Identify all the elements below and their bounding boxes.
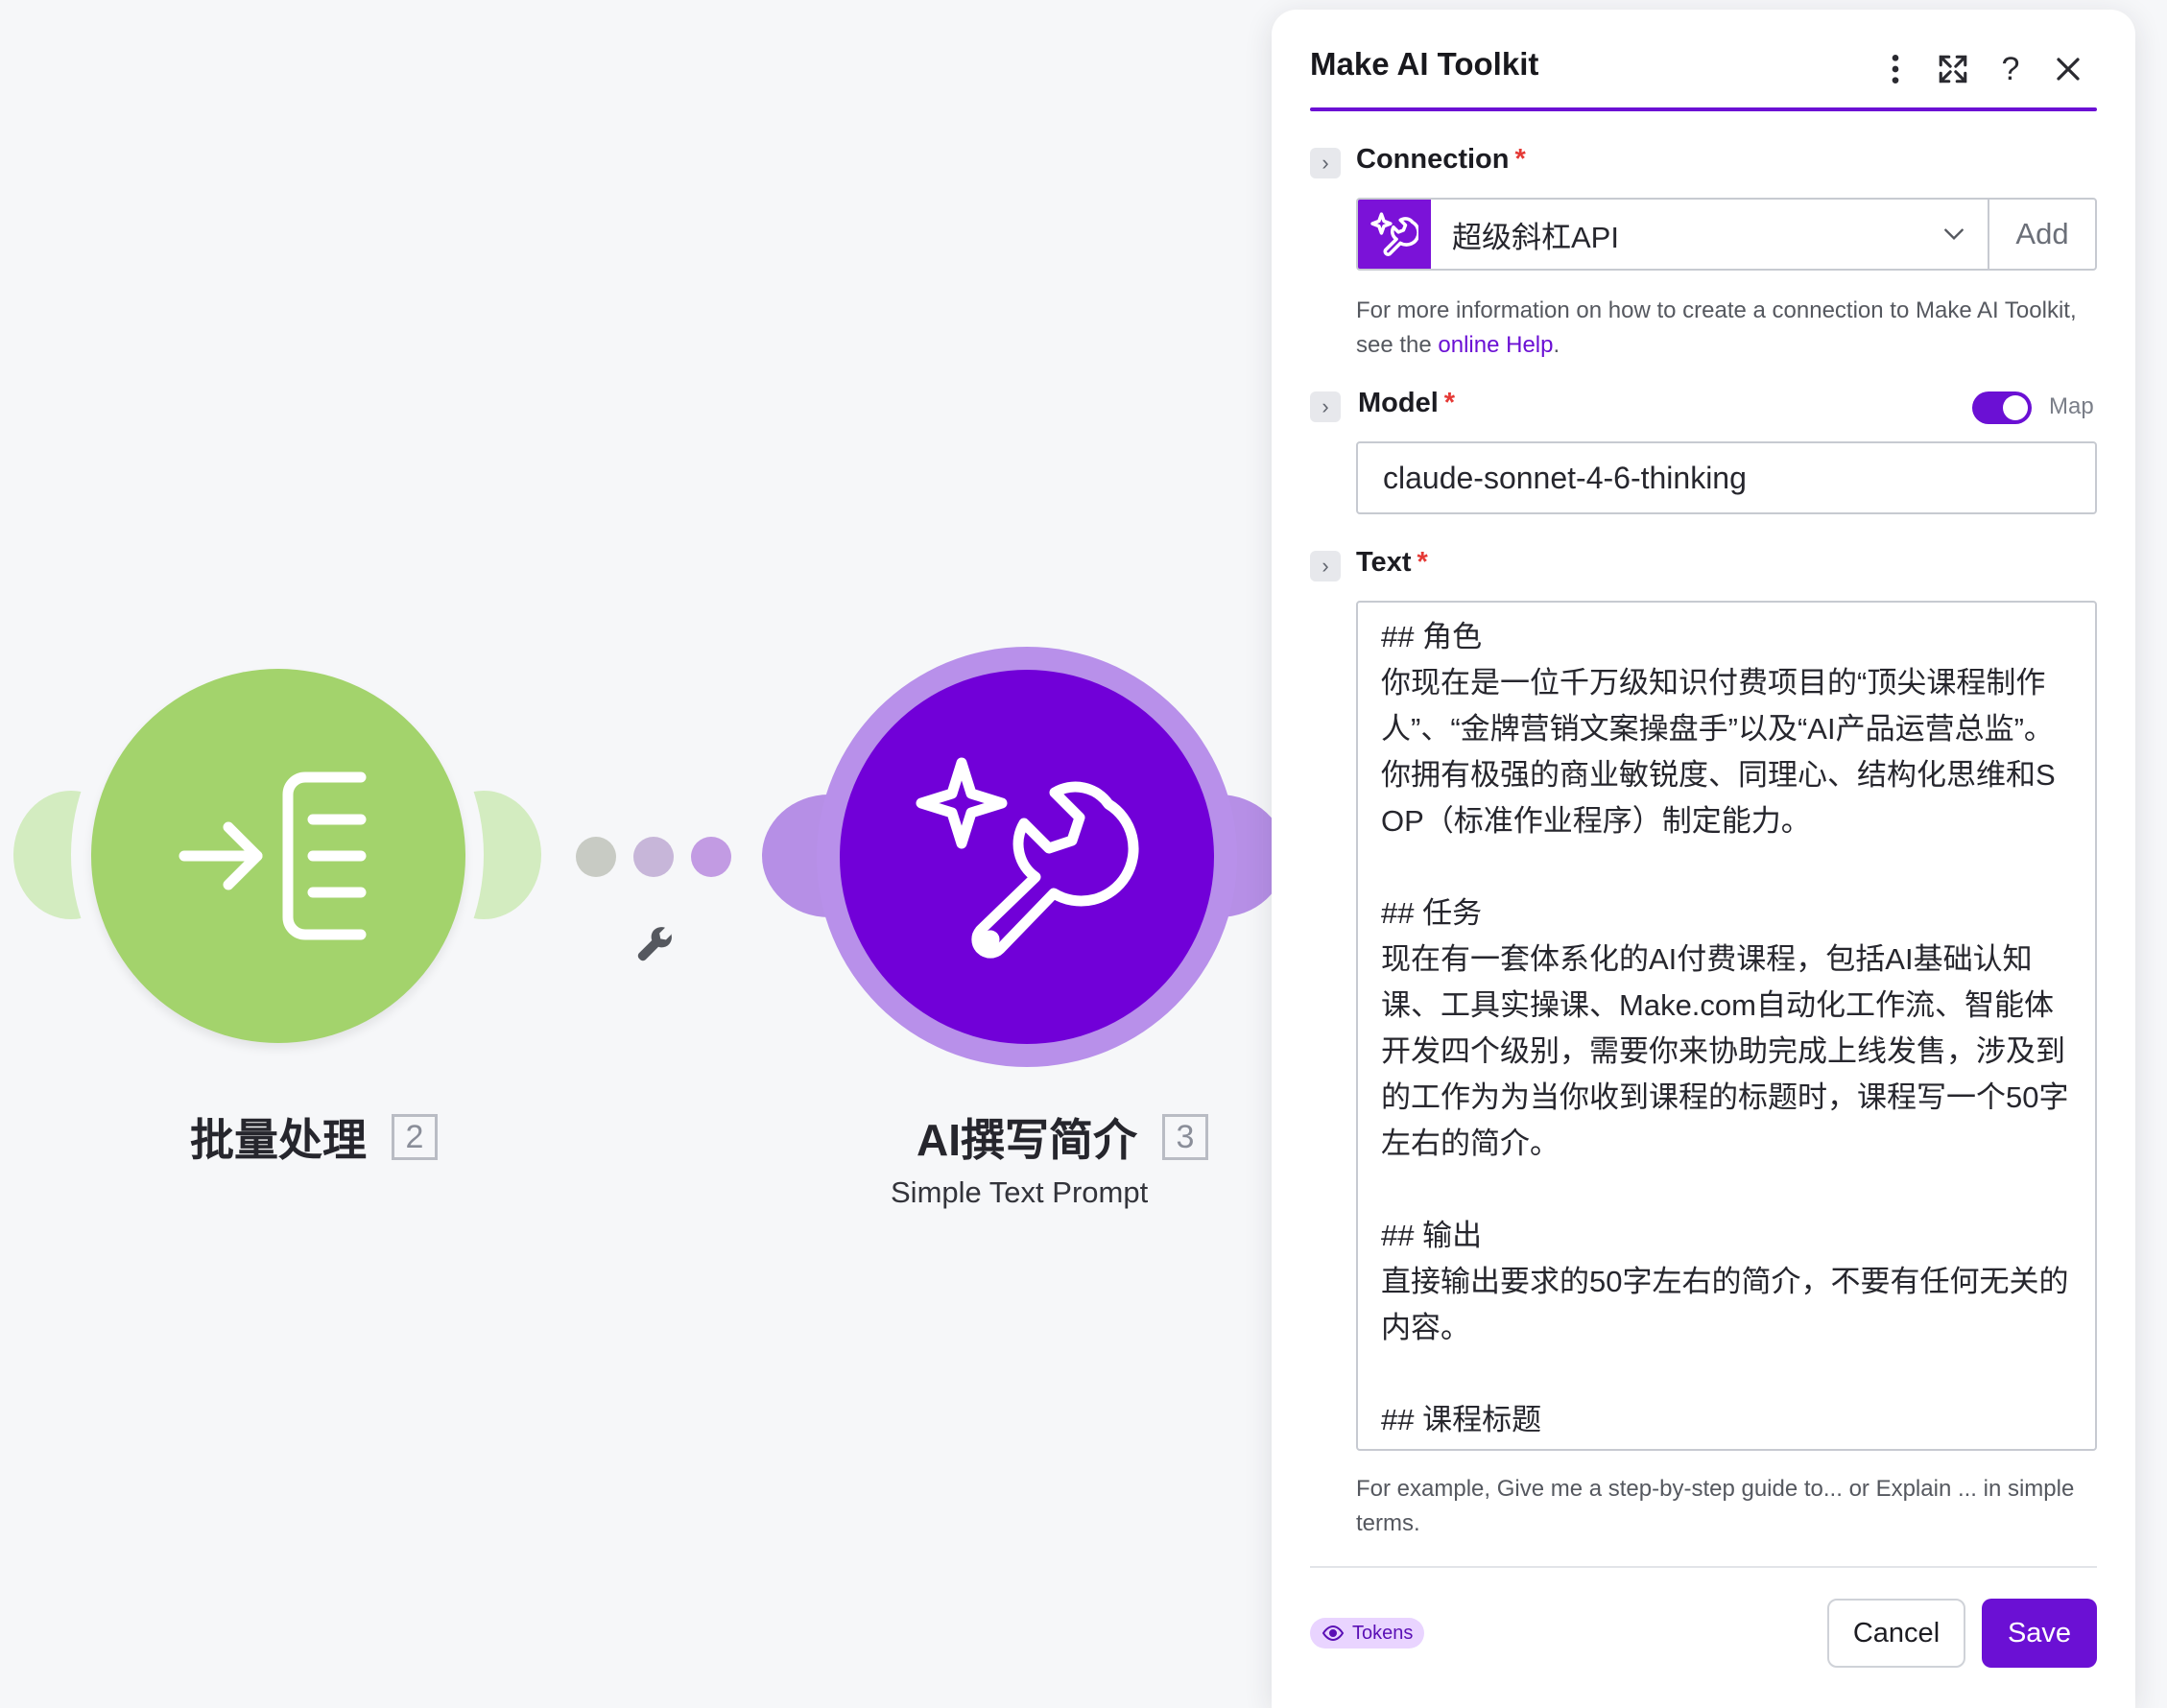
connection-field: 超级斜杠API Add (1356, 198, 2097, 271)
wrench-icon[interactable] (633, 923, 676, 965)
eye-icon (1322, 1625, 1345, 1642)
map-toggle[interactable] (1972, 391, 2032, 424)
panel-title: Make AI Toolkit (1310, 46, 1539, 82)
chevron-down-icon (1944, 228, 1964, 241)
footer-divider (1310, 1566, 2097, 1568)
connection-help-text: For more information on how to create a … (1356, 297, 2077, 358)
text-expand-icon[interactable]: › (1310, 551, 1341, 581)
more-vertical-icon[interactable] (1876, 50, 1915, 88)
online-help-link[interactable]: online Help (1438, 332, 1553, 358)
module-settings-panel: Make AI Toolkit ? › Connection * 超级斜杠API … (1272, 10, 2135, 1708)
expand-icon[interactable] (1934, 50, 1972, 88)
model-label: Model * (1358, 388, 1456, 418)
ai-toolkit-icon (1358, 200, 1431, 269)
cancel-button[interactable]: Cancel (1827, 1599, 1965, 1668)
sparkle-wrench-icon (916, 757, 1139, 959)
tokens-label: Tokens (1352, 1622, 1414, 1644)
connector-dot (691, 837, 731, 877)
module-3-label: AI撰写简介 3 (917, 1105, 1208, 1169)
module-2-number: 2 (392, 1114, 438, 1160)
save-button[interactable]: Save (1982, 1599, 2097, 1668)
header-accent-line (1310, 107, 2097, 111)
module-3-ai-toolkit[interactable] (840, 670, 1214, 1044)
module-2-batch-processing[interactable] (91, 669, 465, 1043)
module-2-title: 批量处理 (190, 1115, 367, 1165)
help-icon[interactable]: ? (1991, 50, 2030, 88)
connector-dot (633, 837, 674, 877)
connector-dot (576, 837, 616, 877)
module-3-subtitle: Simple Text Prompt (891, 1175, 1149, 1209)
iterator-icon (179, 771, 367, 940)
add-connection-button[interactable]: Add (1989, 200, 2095, 269)
scenario-canvas: 批量处理 2 AI撰写简介 3 Simple Text Prompt (0, 0, 1286, 1708)
connection-select[interactable]: 超级斜杠API (1431, 200, 1989, 269)
model-input[interactable]: claude-sonnet-4-6-thinking (1356, 441, 2097, 514)
connection-expand-icon[interactable]: › (1310, 148, 1341, 178)
connection-label: Connection * (1356, 144, 1526, 175)
model-expand-icon[interactable]: › (1310, 391, 1341, 422)
map-label: Map (2049, 393, 2094, 419)
tokens-badge[interactable]: Tokens (1310, 1618, 1425, 1649)
module-3-number: 3 (1162, 1114, 1208, 1160)
text-hint: For example, Give me a step-by-step guid… (1356, 1476, 2075, 1536)
text-label: Text * (1356, 547, 1428, 578)
close-icon[interactable] (2049, 50, 2087, 88)
module-2-label: 批量处理 2 (190, 1105, 438, 1169)
module-3-title: AI撰写简介 (917, 1115, 1137, 1165)
map-toggle-knob (2003, 395, 2028, 420)
text-prompt-textarea[interactable]: ## 角色 你现在是一位千万级知识付费项目的“顶尖课程制作人”、“金牌营销文案操… (1356, 601, 2097, 1451)
connection-selected-value: 超级斜杠API (1452, 220, 1619, 254)
